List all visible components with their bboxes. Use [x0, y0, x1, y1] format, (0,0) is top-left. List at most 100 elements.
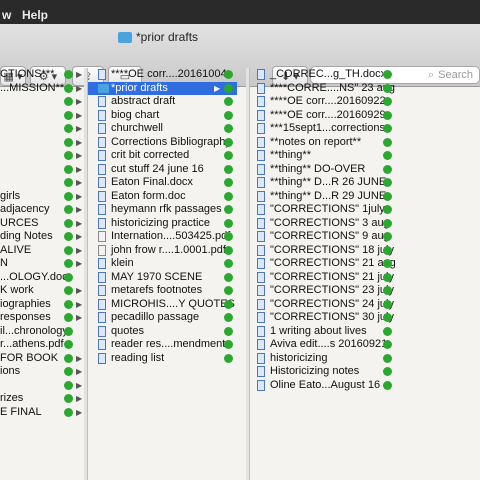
file-row[interactable]: ▶ — [0, 176, 84, 190]
file-row[interactable]: ▶ — [0, 379, 84, 393]
file-row[interactable]: ▶ — [0, 95, 84, 109]
file-row[interactable]: ...OLOGY.doc — [0, 271, 84, 285]
sync-status-icon — [64, 286, 73, 295]
file-row[interactable]: Historicizing notes — [250, 365, 400, 379]
file-row[interactable]: ding Notes ▶ — [0, 230, 84, 244]
file-row[interactable]: reader res....mendments — [88, 338, 237, 352]
file-row[interactable]: churchwell — [88, 122, 237, 136]
file-row[interactable]: ions ▶ — [0, 365, 84, 379]
file-row[interactable]: metarefs footnotes — [88, 284, 237, 298]
file-name: ...OLOGY.doc — [0, 270, 68, 283]
file-row[interactable]: Eaton form.doc — [88, 190, 237, 204]
file-row[interactable]: il...chronology — [0, 325, 84, 339]
file-name: "CORRECTIONS" 23 july — [270, 284, 394, 296]
sync-status-icon — [64, 367, 73, 376]
file-row[interactable]: girls ▶ — [0, 190, 84, 204]
menu-item-help[interactable]: Help — [22, 8, 48, 22]
document-icon — [257, 96, 265, 107]
sync-status-icon — [383, 218, 392, 228]
file-row[interactable]: rizes ▶ — [0, 392, 84, 406]
file-row[interactable]: **notes on report** — [250, 136, 400, 150]
file-row[interactable]: historicizing — [250, 352, 400, 366]
file-row[interactable]: ****OE corr....20160922 — [250, 95, 400, 109]
file-row[interactable]: john frow r....1.0001.pdf — [88, 244, 237, 258]
sync-status-icon — [224, 299, 233, 309]
document-icon — [98, 325, 106, 337]
file-row[interactable]: URCES ▶ — [0, 217, 84, 231]
file-row[interactable]: "CORRECTIONS" 21 july — [250, 271, 400, 285]
disclosure-arrow-icon: ▶ — [76, 97, 83, 106]
file-name: rizes — [0, 392, 24, 404]
file-row[interactable]: "CORRECTIONS" 24 july — [250, 298, 400, 312]
file-row[interactable]: abstract draft — [88, 95, 237, 109]
file-row[interactable]: ****OE corr....20161004 — [88, 68, 237, 82]
file-row[interactable]: klein — [88, 257, 237, 271]
file-row[interactable]: K work ▶ — [0, 284, 84, 298]
document-icon — [257, 82, 265, 94]
file-name: klein — [111, 257, 134, 269]
file-row[interactable]: Eaton Final.docx — [88, 176, 237, 190]
file-name: reader res....mendments — [111, 338, 231, 350]
file-row[interactable]: ▶ — [0, 122, 84, 136]
window-title-text: *prior drafts — [136, 30, 199, 44]
document-icon — [98, 96, 106, 107]
file-row[interactable]: MAY 1970 SCENE — [88, 271, 237, 285]
file-row[interactable]: ▶ — [0, 163, 84, 177]
sync-status-icon — [383, 286, 392, 295]
file-row[interactable]: "CORRECTIONS" 18 july — [250, 244, 400, 258]
file-row[interactable]: responses ▶ — [0, 311, 84, 325]
file-row[interactable]: ALIVE ▶ — [0, 244, 84, 258]
file-row[interactable]: crit bit corrected — [88, 149, 237, 163]
menu-item-window[interactable]: w — [2, 8, 11, 22]
file-row[interactable]: "CORRECTIONS" 21 aug — [250, 257, 400, 271]
file-row[interactable]: **thing** D...R 29 JUNE — [250, 190, 400, 204]
file-row[interactable]: pecadillo passage — [88, 311, 237, 325]
sync-status-icon — [64, 340, 73, 349]
file-row[interactable]: _CORREC...g_TH.docx — [250, 68, 400, 82]
file-row[interactable]: "CORRECTIONS" 30 july — [250, 311, 400, 325]
file-row[interactable]: N ▶ — [0, 257, 84, 271]
file-row[interactable]: MICROHIS....Y QUOTES — [88, 298, 237, 312]
sync-status-icon — [64, 353, 73, 363]
file-name: abstract draft — [111, 95, 176, 107]
disclosure-arrow-icon: ▶ — [76, 218, 83, 228]
folder-row[interactable]: *prior drafts ▶ — [88, 81, 237, 95]
file-row[interactable]: Corrections Bibliography — [88, 136, 237, 150]
file-row[interactable]: ****CORRE....NS" 23 aug — [250, 82, 400, 96]
file-row[interactable]: E FINAL ▶ — [0, 406, 84, 420]
sync-status-icon — [64, 178, 73, 187]
document-icon — [98, 339, 106, 350]
file-row[interactable]: 1 writing about lives — [250, 325, 400, 339]
file-row[interactable]: FOR BOOK ▶ — [0, 352, 84, 366]
file-name: **thing** D...R 29 JUNE — [270, 189, 387, 202]
file-row[interactable]: "CORRECTIONS" 1july — [250, 203, 400, 217]
file-row[interactable]: reading list — [88, 352, 237, 366]
file-row[interactable]: cut stuff 24 june 16 — [88, 163, 237, 177]
file-name: john frow r....1.0001.pdf — [111, 243, 226, 256]
file-row[interactable]: r...athens.pdf — [0, 338, 84, 352]
file-row[interactable]: iographies ▶ — [0, 298, 84, 312]
file-row[interactable]: adjacency ▶ — [0, 203, 84, 217]
file-row[interactable]: ****OE corr....20160929 — [250, 109, 400, 123]
file-row[interactable]: **thing** D...R 26 JUNE — [250, 176, 400, 190]
file-row[interactable]: Aviva edit....s 20160921 — [250, 338, 400, 352]
file-row[interactable]: **thing** DO-OVER — [250, 163, 400, 177]
file-row[interactable]: ▶ — [0, 109, 84, 123]
file-row[interactable]: ▶ — [0, 136, 84, 150]
file-row[interactable]: biog chart — [88, 109, 237, 123]
document-icon — [257, 325, 265, 337]
file-row[interactable]: heymann rfk passages — [88, 203, 237, 217]
file-row[interactable]: ▶ — [0, 149, 84, 163]
disclosure-arrow-icon: ▶ — [76, 164, 83, 174]
file-row[interactable]: "CORRECTIONS" 3 aug — [250, 217, 400, 231]
file-row[interactable]: ...MISSION** ▶ — [0, 82, 84, 96]
file-row[interactable]: quotes — [88, 325, 237, 339]
file-row[interactable]: historicizing practice — [88, 217, 237, 231]
file-row[interactable]: "CORRECTIONS" 9 aug — [250, 230, 400, 244]
file-row[interactable]: Internation....503425.pdf — [88, 230, 237, 244]
file-row[interactable]: Oline Eato...August 16 — [250, 379, 400, 393]
file-row[interactable]: CTIONS*** ▶ — [0, 68, 84, 82]
file-row[interactable]: ***15sept1...corrections — [250, 122, 400, 136]
file-row[interactable]: "CORRECTIONS" 23 july — [250, 284, 400, 298]
file-row[interactable]: **thing** — [250, 149, 400, 163]
